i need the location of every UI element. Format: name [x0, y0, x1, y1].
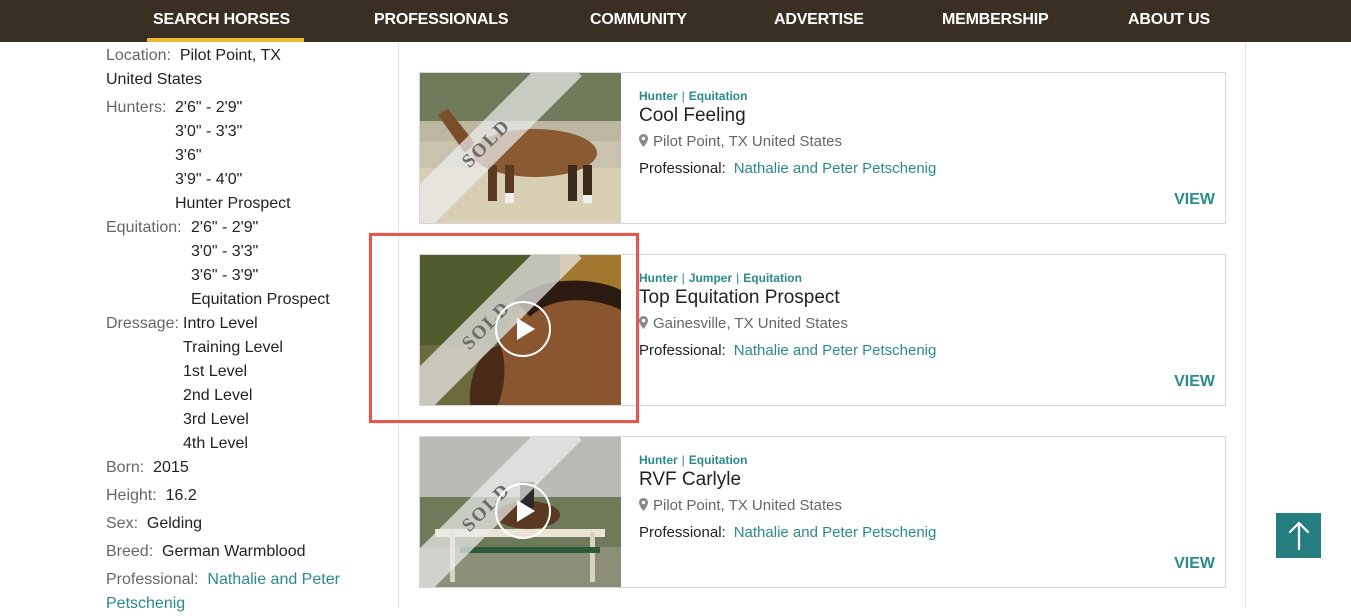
listing-categories: Hunter | Equitation — [639, 453, 748, 467]
listing-professional: Professional: Nathalie and Peter Petschen… — [639, 160, 937, 177]
hunters-value: 3'9" - 4'0" — [175, 171, 243, 188]
horse-listing-card[interactable]: SOLD Hunter | Equitation Cool Feeling Pilo… — [419, 72, 1226, 224]
hunters-value: 3'0" - 3'3" — [175, 123, 243, 140]
nav-membership[interactable]: MEMBERSHIP — [942, 0, 1049, 42]
dressage-label: Dressage: — [106, 315, 179, 332]
hunters-value: 3'6" — [175, 147, 202, 164]
arrow-up-icon — [1288, 521, 1309, 550]
location-label: Location: — [106, 47, 171, 64]
listing-title[interactable]: RVF Carlyle — [639, 469, 741, 491]
listing-location: Gainesville, TX United States — [639, 315, 848, 332]
listing-location: Pilot Point, TX United States — [639, 133, 842, 150]
dressage-value: 3rd Level — [183, 411, 249, 428]
equitation-label: Equitation: — [106, 219, 182, 236]
born-value: 2015 — [153, 459, 189, 476]
map-pin-icon — [639, 134, 648, 147]
listing-title[interactable]: Top Equitation Prospect — [639, 287, 840, 309]
listing-title[interactable]: Cool Feeling — [639, 105, 746, 127]
breed-value: German Warmblood — [162, 543, 306, 560]
hunters-value: 2'6" - 2'9" — [175, 99, 243, 116]
nav-professionals[interactable]: PROFESSIONALS — [374, 0, 509, 42]
professional-link[interactable]: Nathalie and Peter — [207, 571, 340, 588]
equitation-value: 3'6" - 3'9" — [191, 267, 259, 284]
dressage-value: 4th Level — [183, 435, 248, 452]
horse-listing-card[interactable]: SOLD Hunter | Equitation RVF Carlyle Pilot… — [419, 436, 1226, 588]
breed-label: Breed: — [106, 543, 154, 560]
horse-video-thumbnail[interactable]: SOLD — [420, 255, 621, 405]
view-button[interactable]: VIEW — [1174, 555, 1215, 573]
equitation-value: Equitation Prospect — [191, 291, 330, 308]
map-pin-icon — [639, 498, 648, 511]
equitation-value: 3'0" - 3'3" — [191, 243, 259, 260]
column-divider — [398, 42, 399, 608]
hunters-label: Hunters: — [106, 99, 167, 116]
listing-categories: Hunter | Equitation — [639, 89, 748, 103]
location-country: United States — [106, 71, 203, 88]
nav-community[interactable]: COMMUNITY — [590, 0, 687, 42]
height-label: Height: — [106, 487, 157, 504]
scroll-to-top-button[interactable] — [1276, 513, 1321, 558]
map-pin-icon — [639, 316, 648, 329]
location-value: Pilot Point, TX — [179, 47, 281, 64]
height-value: 16.2 — [165, 487, 197, 504]
professional-link[interactable]: Nathalie and Peter Petschenig — [734, 342, 937, 359]
sex-value: Gelding — [146, 515, 203, 532]
view-button[interactable]: VIEW — [1174, 373, 1215, 391]
professional-link[interactable]: Petschenig — [106, 595, 185, 612]
view-button[interactable]: VIEW — [1174, 191, 1215, 209]
born-label: Born: — [106, 459, 145, 476]
equitation-value: 2'6" - 2'9" — [191, 219, 259, 236]
dressage-value: 2nd Level — [183, 387, 253, 404]
nav-advertise[interactable]: ADVERTISE — [774, 0, 864, 42]
professional-label: Professional: — [106, 571, 199, 588]
sex-label: Sex: — [106, 515, 139, 532]
dressage-value: Intro Level — [183, 315, 258, 332]
professional-link[interactable]: Nathalie and Peter Petschenig — [734, 524, 937, 541]
horse-video-thumbnail[interactable]: SOLD — [420, 437, 621, 587]
nav-search-horses[interactable]: SEARCH HORSES — [147, 0, 304, 42]
top-navigation: SEARCH HORSES PROFESSIONALS COMMUNITY AD… — [0, 0, 1351, 42]
play-icon[interactable] — [495, 483, 551, 539]
hunters-value: Hunter Prospect — [175, 195, 291, 212]
column-divider — [1245, 42, 1246, 608]
dressage-value: Training Level — [183, 339, 283, 356]
horse-listing-card[interactable]: SOLD Hunter | Jumper | Equitation Top Equita… — [419, 254, 1226, 406]
listing-categories: Hunter | Jumper | Equitation — [639, 271, 802, 285]
listing-location: Pilot Point, TX United States — [639, 497, 842, 514]
dressage-value: 1st Level — [183, 363, 248, 380]
nav-about-us[interactable]: ABOUT US — [1128, 0, 1210, 42]
listing-professional: Professional: Nathalie and Peter Petschen… — [639, 342, 937, 359]
play-icon[interactable] — [495, 301, 551, 357]
horse-photo[interactable]: SOLD — [420, 73, 621, 223]
professional-link[interactable]: Nathalie and Peter Petschenig — [734, 160, 937, 177]
listing-professional: Professional: Nathalie and Peter Petschen… — [639, 524, 937, 541]
